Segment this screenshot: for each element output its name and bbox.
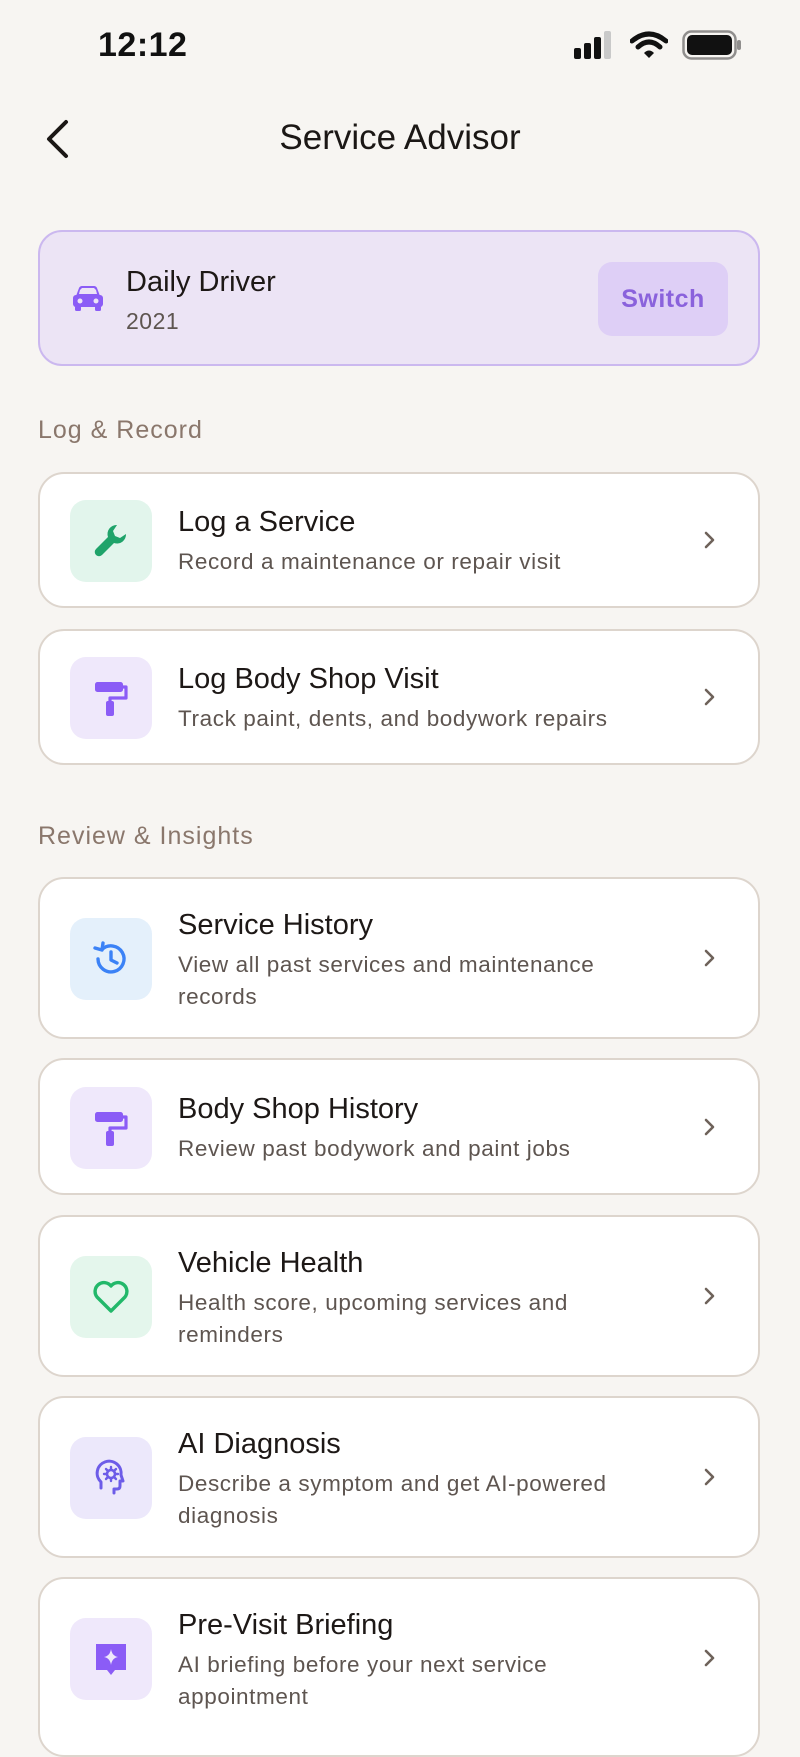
section-title-log-record: Log & Record: [38, 416, 203, 444]
vehicle-health-card[interactable]: Vehicle Health Health score, upcoming se…: [38, 1215, 760, 1377]
battery-icon: [682, 30, 741, 60]
status-icons: [574, 30, 742, 60]
card-title: Body Shop History: [178, 1093, 419, 1125]
nav-bar: Service Advisor: [0, 96, 800, 186]
icon-tile: [70, 1437, 152, 1519]
chevron-right-icon: [704, 1287, 715, 1305]
card-title: Vehicle Health: [178, 1247, 364, 1279]
chevron-right-icon: [704, 688, 715, 706]
car-icon: [73, 286, 103, 311]
page-title: Service Advisor: [279, 118, 521, 157]
vehicle-card: Daily Driver 2021 Switch: [38, 230, 760, 366]
card-subtitle: Record a maintenance or repair visit: [178, 549, 562, 574]
sparkle-icon: [96, 1644, 126, 1675]
icon-tile: [70, 1618, 152, 1700]
icon-tile: [70, 918, 152, 1000]
chevron-right-icon: [704, 1468, 715, 1486]
chevron-right-icon: [704, 1649, 715, 1667]
vehicle-name: Daily Driver: [126, 266, 276, 298]
ai-diagnosis-card[interactable]: AI Diagnosis Describe a symptom and get …: [38, 1396, 760, 1558]
wifi-icon: [630, 31, 668, 58]
log-service-card[interactable]: Log a Service Record a maintenance or re…: [38, 472, 760, 608]
service-history-card[interactable]: Service History View all past services a…: [38, 877, 760, 1039]
card-title: Log Body Shop Visit: [178, 663, 439, 695]
chevron-right-icon: [704, 531, 715, 549]
card-title: Log a Service: [178, 506, 356, 538]
body-shop-history-card[interactable]: Body Shop History Review past bodywork a…: [38, 1058, 760, 1195]
card-subtitle: AI briefing before your next service app…: [178, 1652, 548, 1709]
card-subtitle: Track paint, dents, and bodywork repairs: [178, 706, 608, 731]
history-icon: [93, 941, 126, 974]
switch-vehicle-button[interactable]: Switch: [598, 262, 728, 336]
status-time: 12:12: [98, 26, 188, 64]
card-subtitle: Review past bodywork and paint jobs: [178, 1136, 571, 1161]
log-body-shop-card[interactable]: Log Body Shop Visit Track paint, dents, …: [38, 629, 760, 765]
card-title: AI Diagnosis: [178, 1428, 341, 1460]
wrench-icon: [94, 524, 127, 557]
signal-icon: [574, 31, 611, 59]
icon-tile: [70, 500, 152, 582]
ai-brain-icon: [95, 1459, 125, 1495]
paint-roller-icon: [95, 682, 128, 716]
status-bar: 12:12: [0, 0, 800, 96]
card-subtitle: Health score, upcoming services and remi…: [178, 1290, 568, 1347]
section-title-review-insights: Review & Insights: [38, 822, 254, 850]
card-title: Service History: [178, 909, 373, 941]
icon-tile: [70, 1256, 152, 1338]
chevron-right-icon: [704, 949, 715, 967]
card-subtitle: View all past services and maintenance r…: [178, 952, 595, 1009]
card-title: Pre-Visit Briefing: [178, 1609, 394, 1641]
pre-visit-briefing-card[interactable]: Pre-Visit Briefing AI briefing before yo…: [38, 1577, 760, 1757]
icon-tile: [70, 657, 152, 739]
paint-roller-icon: [95, 1112, 128, 1146]
icon-tile: [70, 1087, 152, 1169]
chevron-right-icon: [704, 1118, 715, 1136]
card-subtitle: Describe a symptom and get AI-powered di…: [178, 1471, 607, 1528]
heart-icon: [93, 1280, 129, 1313]
vehicle-year: 2021: [126, 308, 180, 334]
